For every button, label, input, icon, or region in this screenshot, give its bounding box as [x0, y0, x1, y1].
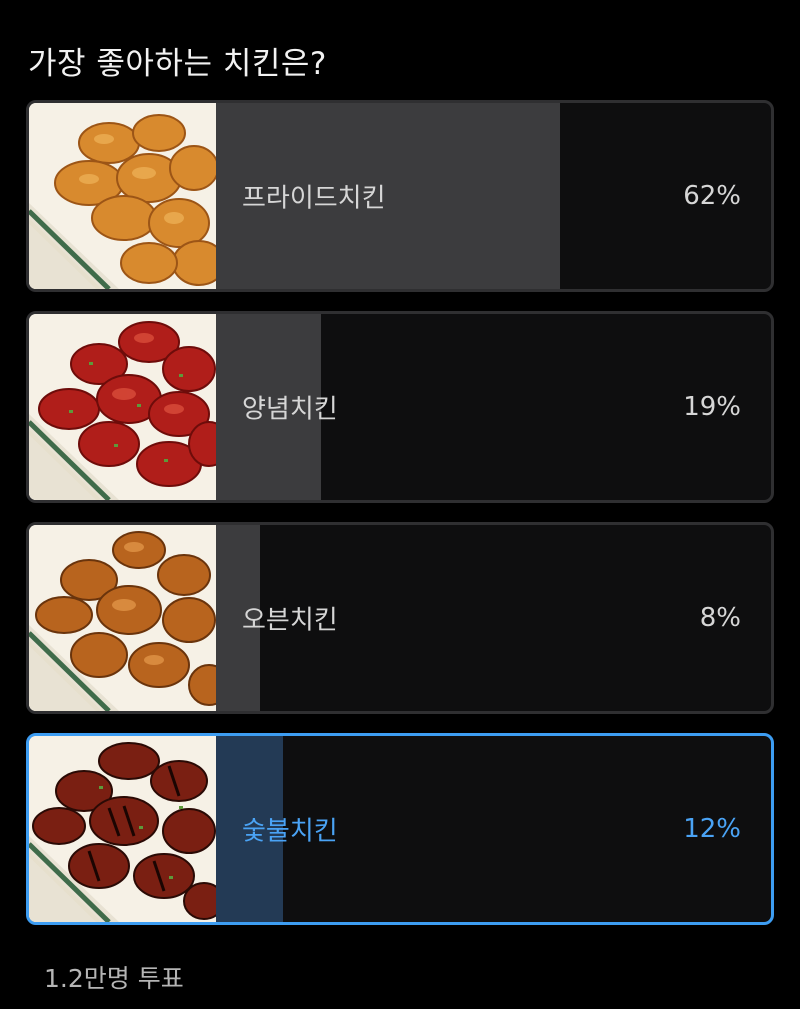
option-percent: 8%: [699, 603, 741, 633]
poll-question: 가장 좋아하는 치킨은?: [28, 46, 327, 82]
poll-option-result: 오븐치킨 8%: [216, 525, 771, 711]
vote-count: 1.2만명 투표: [44, 964, 184, 993]
poll-option-oven[interactable]: 오븐치킨 8%: [26, 522, 774, 714]
poll-option-result: 숯불치킨 12%: [216, 736, 771, 922]
charcoal-chicken-image: [29, 736, 216, 922]
poll-option-result: 양념치킨 19%: [216, 314, 771, 500]
option-percent: 19%: [683, 392, 741, 422]
option-label: 양념치킨: [242, 394, 338, 425]
poll-option-fried[interactable]: 프라이드치킨 62%: [26, 100, 774, 292]
seasoned-chicken-image: [29, 314, 216, 500]
oven-chicken-image: [29, 525, 216, 711]
option-label: 오븐치킨: [242, 605, 338, 636]
option-label: 프라이드치킨: [242, 183, 386, 214]
option-label: 숯불치킨: [242, 816, 338, 847]
poll-option-charcoal[interactable]: 숯불치킨 12%: [26, 733, 774, 925]
poll-option-result: 프라이드치킨 62%: [216, 103, 771, 289]
poll-options: 프라이드치킨 62% 양념치킨 19% 오븐치킨 8% 숯불치킨 12%: [26, 100, 774, 944]
option-percent: 12%: [683, 814, 741, 844]
option-percent: 62%: [683, 181, 741, 211]
fried-chicken-image: [29, 103, 216, 289]
poll-option-seasoned[interactable]: 양념치킨 19%: [26, 311, 774, 503]
